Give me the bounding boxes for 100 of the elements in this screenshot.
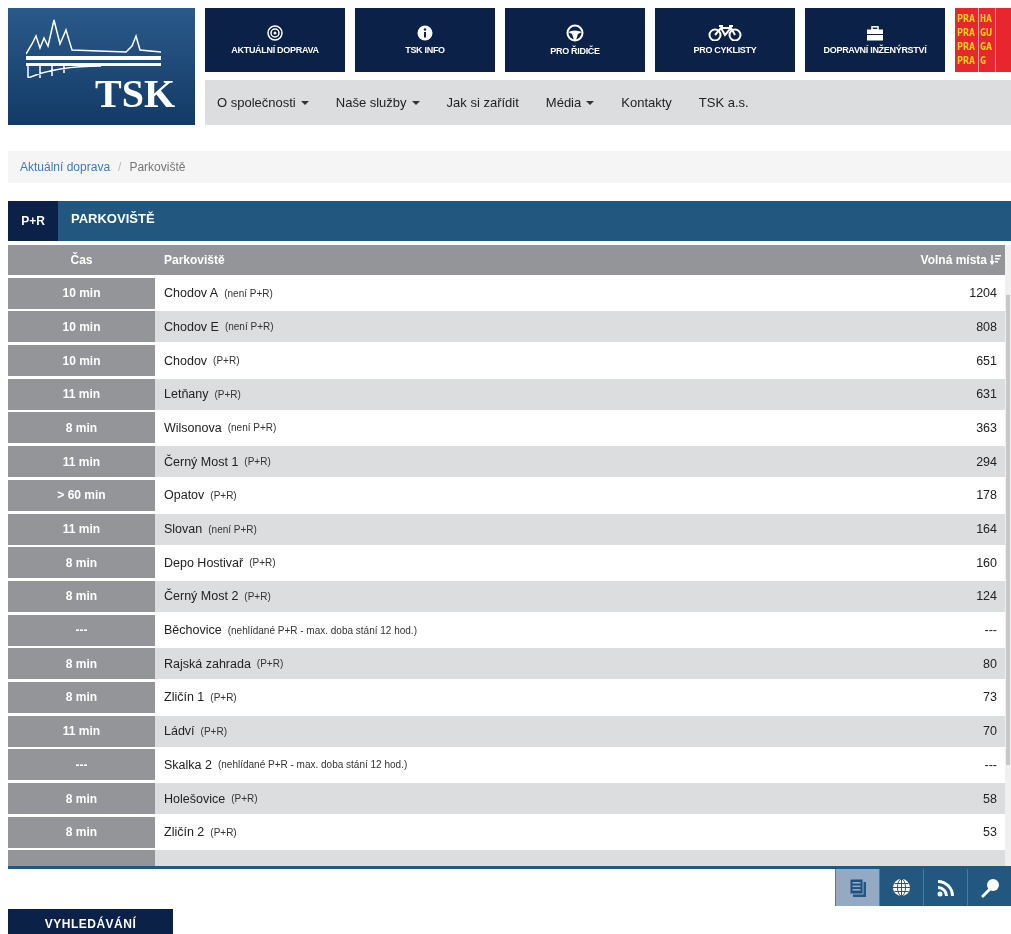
section-tile[interactable]: TSK INFO xyxy=(355,8,495,72)
caret-icon xyxy=(300,100,309,105)
free-spaces-cell-text: --- xyxy=(983,756,998,774)
nav-link[interactable]: O společnosti xyxy=(217,95,309,110)
info-icon xyxy=(417,25,433,41)
parking-note: (není P+R) xyxy=(224,321,274,333)
tsk-logo[interactable]: TSK xyxy=(8,8,195,125)
free-spaces-cell-text: 73 xyxy=(982,689,998,707)
time-cell: 10 min xyxy=(8,345,155,377)
sort-icon xyxy=(990,254,1001,266)
breadcrumb-separator: / xyxy=(118,160,122,174)
nav-link[interactable]: TSK a.s. xyxy=(698,95,749,110)
parking-name: Rajská zahrada xyxy=(164,656,251,671)
parking-name: Opatov xyxy=(164,488,205,503)
free-spaces-cell-text: 363 xyxy=(975,419,998,437)
logo-letters: GU xyxy=(980,26,993,40)
time-cell: 11 min xyxy=(8,513,155,545)
free-spaces-cell-text: 58 xyxy=(982,790,998,808)
target-icon xyxy=(267,25,283,41)
free-spaces-cell-text: --- xyxy=(983,622,998,640)
globe-icon xyxy=(892,878,911,897)
nav-link[interactable]: Kontakty xyxy=(621,95,672,110)
parking-name: Chodov A xyxy=(164,286,219,301)
logo-letters: PRA xyxy=(957,54,976,68)
key-icon xyxy=(979,877,1000,898)
free-spaces-cell-text: 651 xyxy=(975,352,998,370)
caret-icon xyxy=(411,100,420,105)
free-spaces-cell-text: 80 xyxy=(982,655,998,673)
briefcase-icon xyxy=(866,25,884,41)
time-cell: --- xyxy=(8,749,155,781)
free-spaces-cell-text: 70 xyxy=(982,723,998,741)
parking-note: (P+R) xyxy=(210,691,237,703)
parking-name: Letňany xyxy=(164,387,209,402)
parking-name: Zličín 1 xyxy=(164,690,205,705)
time-cell: > 60 min xyxy=(8,479,155,511)
time-cell: 10 min xyxy=(8,311,155,343)
parking-note: (není P+R) xyxy=(227,422,277,434)
parking-note: (P+R) xyxy=(214,388,241,400)
section-tile[interactable]: PRO CYKLISTY xyxy=(655,8,795,72)
document-icon xyxy=(848,877,867,898)
section-tile[interactable]: AKTUÁLNÍ DOPRAVA xyxy=(205,8,345,72)
steering-wheel-icon xyxy=(566,24,584,42)
time-cell: 8 min xyxy=(8,648,155,680)
time-cell: 8 min xyxy=(8,547,155,579)
parking-name: Wilsonova xyxy=(164,420,222,435)
rss-icon xyxy=(936,878,955,897)
parking-name: Holešovice xyxy=(164,791,226,806)
time-cell: 8 min xyxy=(8,783,155,814)
caret-icon xyxy=(586,100,595,105)
nav-link[interactable]: Média xyxy=(545,95,595,110)
logo-letters: HA xyxy=(980,12,993,26)
free-spaces-cell-text: 178 xyxy=(975,487,998,505)
parking-note: (nehlídané P+R - max. doba stání 12 hod.) xyxy=(217,759,408,771)
nav-link[interactable]: Naše služby xyxy=(335,95,420,110)
parking-name: Černý Most 1 xyxy=(164,454,239,469)
panel-title: PARKOVIŠTĚ xyxy=(71,210,155,226)
parking-name: Slovan xyxy=(164,522,203,536)
free-spaces-cell-text: 164 xyxy=(975,521,998,538)
parking-note: (P+R) xyxy=(200,725,227,737)
view-button[interactable] xyxy=(879,869,923,906)
free-spaces-cell-text: 631 xyxy=(975,386,998,404)
parking-name: Zličín 2 xyxy=(164,825,205,840)
panel-badge: P+R xyxy=(8,201,58,241)
view-button[interactable] xyxy=(967,869,1011,906)
parking-name: Ládví xyxy=(164,724,195,739)
logo-letters: PRA xyxy=(957,40,976,54)
time-cell: 11 min xyxy=(8,378,155,410)
parking-note: (P+R) xyxy=(244,456,271,468)
free-spaces-cell-text: 160 xyxy=(975,554,998,572)
parking-name: Depo Hostivař xyxy=(164,555,244,570)
logo-letters: G xyxy=(980,54,988,68)
view-button[interactable] xyxy=(835,869,879,906)
logo-text: TSK xyxy=(94,70,175,117)
logo-letters: GA xyxy=(980,40,993,54)
parking-note: (P+R) xyxy=(210,826,237,838)
parking-note: (P+R) xyxy=(213,355,240,367)
parking-name: Běchovice xyxy=(164,623,222,638)
logo-letters: PRA xyxy=(957,26,976,40)
search-button[interactable]: VYHLEDÁVÁNÍ xyxy=(8,909,173,934)
scrollbar[interactable] xyxy=(1005,245,1011,866)
section-tile[interactable]: PRO ŘIDIČE xyxy=(505,8,645,72)
parking-note: (není P+R) xyxy=(224,287,273,299)
free-spaces-cell-text: 294 xyxy=(975,453,998,471)
parking-name: Chodov xyxy=(164,353,208,368)
parking-note: (není P+R) xyxy=(208,523,257,535)
parking-name: Skalka 2 xyxy=(164,757,212,772)
parking-name: Chodov E xyxy=(164,319,219,334)
nav-link[interactable]: Jak si zařídit xyxy=(446,95,519,110)
time-cell: --- xyxy=(8,614,155,646)
parking-note: (P+R) xyxy=(244,590,271,602)
parking-name: Černý Most 2 xyxy=(164,589,239,604)
breadcrumb-current: Parkoviště xyxy=(129,160,186,174)
time-cell: 10 min xyxy=(8,277,155,309)
breadcrumb-link[interactable]: Aktuální doprava xyxy=(20,160,111,174)
time-cell: 8 min xyxy=(8,681,155,713)
section-tile[interactable]: DOPRAVNÍ INŽENÝRSTVÍ xyxy=(805,8,945,72)
view-button[interactable] xyxy=(923,869,967,906)
logo-letters: PRA xyxy=(957,12,976,26)
time-cell: 8 min xyxy=(8,816,155,848)
free-spaces-cell-text: 124 xyxy=(975,588,998,606)
